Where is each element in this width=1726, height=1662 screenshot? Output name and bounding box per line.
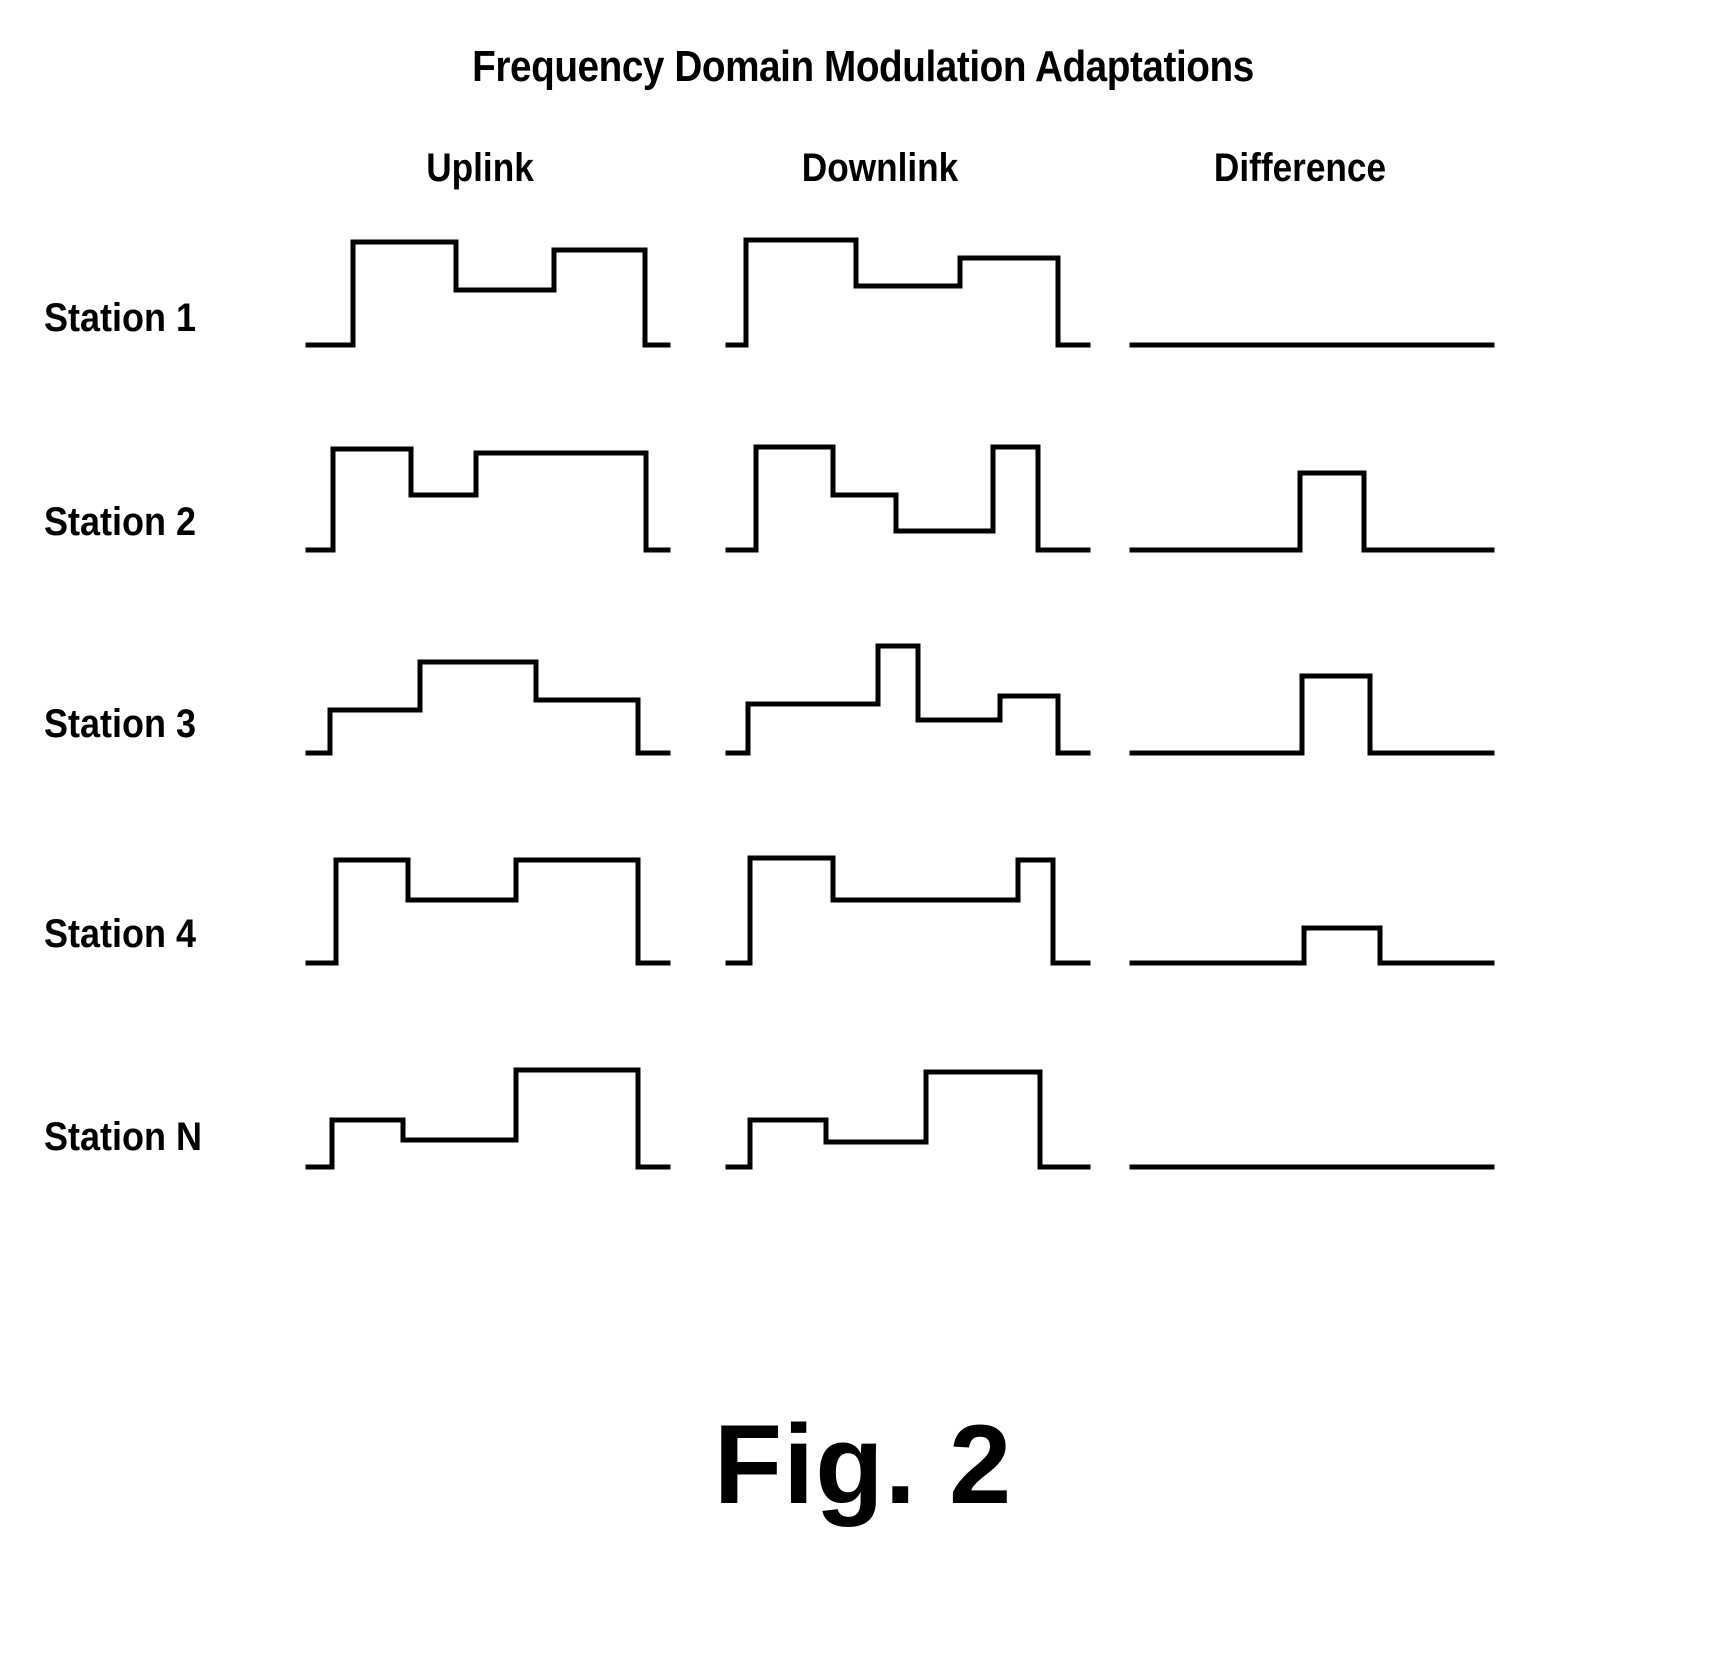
column-header-uplink: Uplink <box>426 146 534 190</box>
plot-station4-downlink <box>725 838 1091 968</box>
plot-stationN-downlink <box>725 1042 1091 1172</box>
plot-station2-uplink <box>305 425 671 555</box>
patent-figure: Frequency Domain Modulation Adaptations … <box>0 0 1726 1662</box>
plot-station3-difference <box>1129 628 1495 758</box>
plot-station1-difference <box>1129 220 1495 350</box>
waveform-station1-downlink <box>725 237 1091 348</box>
plot-station3-uplink <box>305 628 671 758</box>
row-label-station-1: Station 1 <box>44 296 197 340</box>
plot-stationN-difference <box>1129 1042 1495 1172</box>
column-header-downlink: Downlink <box>801 146 959 190</box>
waveform-station3-uplink <box>305 659 671 756</box>
row-label-station-4: Station 4 <box>44 912 197 956</box>
plot-station1-downlink <box>725 220 1091 350</box>
row-label-station-3: Station 3 <box>44 702 197 746</box>
column-header-difference: Difference <box>1213 146 1387 190</box>
waveform-stationN-downlink <box>725 1069 1091 1170</box>
waveform-station4-difference <box>1129 925 1495 966</box>
waveform-station3-downlink <box>725 643 1091 756</box>
waveform-station1-uplink <box>305 239 671 348</box>
row-label-station-2: Station 2 <box>44 500 197 544</box>
plot-station3-downlink <box>725 628 1091 758</box>
plot-stationN-uplink <box>305 1042 671 1172</box>
waveform-stationN-uplink <box>305 1067 671 1170</box>
waveform-station2-downlink <box>725 444 1091 553</box>
plot-station4-difference <box>1129 838 1495 968</box>
figure-caption: Fig. 2 <box>713 1402 1013 1527</box>
waveform-station2-uplink <box>305 446 671 553</box>
figure-title: Frequency Domain Modulation Adaptations <box>472 42 1254 91</box>
plot-station2-difference <box>1129 425 1495 555</box>
row-label-station-n: Station N <box>44 1115 202 1159</box>
waveform-station2-difference <box>1129 470 1495 553</box>
waveform-station3-difference <box>1129 673 1495 756</box>
plot-station4-uplink <box>305 838 671 968</box>
waveform-station4-uplink <box>305 857 671 966</box>
plot-station1-uplink <box>305 220 671 350</box>
plot-station2-downlink <box>725 425 1091 555</box>
waveform-station4-downlink <box>725 855 1091 966</box>
